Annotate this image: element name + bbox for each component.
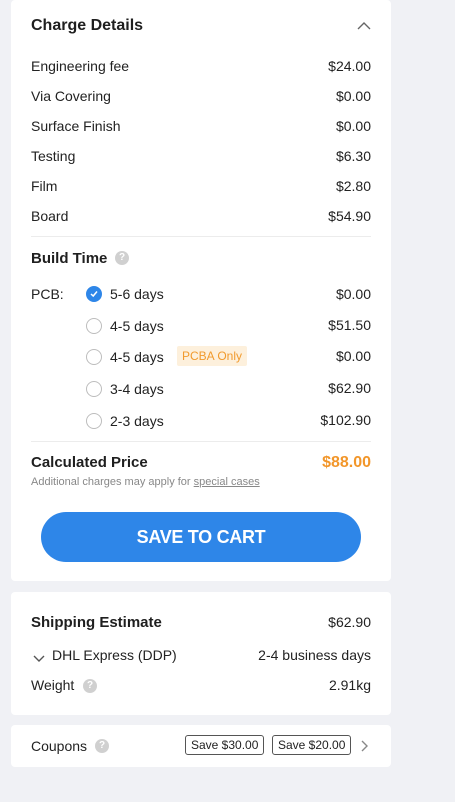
charge-item-label: Via Covering: [31, 88, 111, 104]
calculated-price-value: $88.00: [322, 454, 371, 471]
radio-3-4-days[interactable]: [86, 381, 102, 397]
divider: [31, 236, 371, 237]
charge-item-label: Board: [31, 208, 69, 224]
build-option-label[interactable]: 5-6 days: [110, 286, 164, 302]
help-icon[interactable]: ?: [83, 679, 97, 693]
special-cases-link[interactable]: special cases: [194, 476, 260, 488]
help-icon[interactable]: ?: [115, 251, 129, 265]
pcb-label: PCB:: [31, 286, 64, 302]
calculated-price-label: Calculated Price: [31, 454, 148, 471]
shipping-card: Shipping Estimate $62.90 DHL Express (DD…: [11, 592, 391, 715]
build-option-price: $0.00: [335, 286, 371, 302]
coupon-tag[interactable]: Save $30.00: [185, 735, 265, 755]
radio-2-3-days[interactable]: [86, 413, 102, 429]
charge-item-label: Testing: [31, 148, 76, 164]
save-to-cart-button[interactable]: SAVE TO CART: [41, 512, 361, 562]
radio-5-6-days[interactable]: [86, 286, 102, 302]
build-option-label[interactable]: 2-3 days: [110, 413, 164, 429]
build-time-title: Build Time: [31, 250, 108, 267]
build-option-price: $0.00: [335, 348, 371, 364]
charge-details-title: Charge Details: [31, 17, 144, 34]
shipping-carrier-select[interactable]: DHL Express (DDP): [52, 647, 177, 663]
radio-4-5-days[interactable]: [86, 318, 102, 334]
charge-item-value: $6.30: [335, 148, 371, 164]
shipping-title: Shipping Estimate: [31, 614, 162, 631]
build-option-label[interactable]: 4-5 days: [110, 349, 164, 365]
charge-item-label: Surface Finish: [31, 118, 121, 134]
build-option-price: $62.90: [328, 380, 371, 396]
weight-value: 2.91kg: [328, 677, 371, 693]
build-option-price: $51.50: [328, 317, 371, 333]
charge-item-label: Engineering fee: [31, 58, 130, 74]
charge-item-value: $24.00: [328, 58, 371, 74]
shipping-time: 2-4 business days: [258, 647, 371, 663]
charge-item-value: $2.80: [335, 178, 371, 194]
divider: [31, 441, 371, 442]
price-note: Additional charges may apply for special…: [31, 476, 260, 488]
weight-label: Weight: [31, 677, 75, 693]
coupons-label: Coupons: [31, 738, 88, 754]
chevron-right-icon[interactable]: [361, 739, 369, 757]
charge-item-value: $0.00: [335, 118, 371, 134]
price-note-text: Additional charges may apply for: [31, 476, 191, 488]
pcba-only-badge: PCBA Only: [177, 346, 248, 366]
chevron-down-icon[interactable]: [33, 650, 45, 668]
chevron-up-icon[interactable]: [357, 18, 371, 36]
help-icon[interactable]: ?: [95, 739, 109, 753]
build-option-label[interactable]: 4-5 days: [110, 318, 164, 334]
coupon-tag[interactable]: Save $20.00: [272, 735, 352, 755]
radio-4-5-days-pcba[interactable]: [86, 349, 102, 365]
charge-item-value: $0.00: [335, 88, 371, 104]
charge-details-card: Charge Details Engineering fee $24.00 Vi…: [11, 0, 391, 581]
charge-item-label: Film: [31, 178, 58, 194]
charge-item-value: $54.90: [328, 208, 371, 224]
shipping-price: $62.90: [328, 614, 371, 630]
build-option-price: $102.90: [320, 412, 371, 428]
coupons-card[interactable]: Coupons ? Save $30.00 Save $20.00: [11, 725, 391, 767]
build-option-label[interactable]: 3-4 days: [110, 381, 164, 397]
